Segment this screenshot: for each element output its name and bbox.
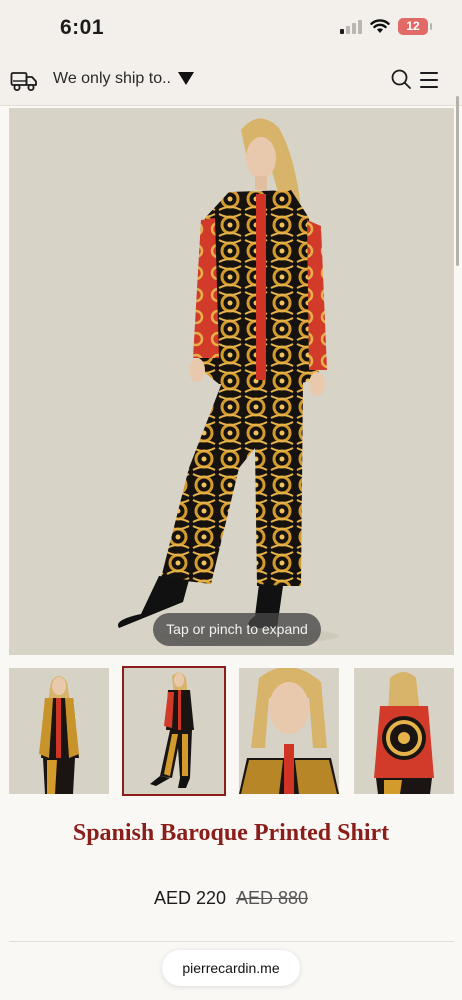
- sale-price: AED 220: [153, 888, 226, 908]
- tap-to-expand-hint: Tap or pinch to expand: [153, 613, 321, 646]
- thumbnail-3[interactable]: [239, 668, 339, 794]
- product-main-image[interactable]: Tap or pinch to expand: [9, 108, 454, 655]
- dropdown-arrow-icon[interactable]: [178, 72, 194, 85]
- model-photo: [117, 118, 339, 644]
- truck-icon[interactable]: [10, 70, 38, 92]
- divider: [9, 941, 454, 942]
- browser-url-bar[interactable]: pierrecardin.me: [162, 950, 300, 986]
- product-title: Spanish Baroque Printed Shirt: [72, 820, 390, 846]
- wifi-icon: [370, 19, 390, 33]
- status-bar: 6:01 12: [0, 0, 462, 56]
- status-time: 6:01: [60, 16, 105, 39]
- battery-icon: 12: [398, 18, 432, 35]
- shipping-country-selector[interactable]: We only ship to..: [53, 70, 171, 88]
- original-price: AED 880: [236, 888, 309, 908]
- price-row: AED 220 AED 880: [0, 888, 462, 909]
- thumbnail-strip: [9, 666, 454, 798]
- signal-icon: [340, 19, 362, 34]
- thumbnail-2[interactable]: [122, 666, 226, 796]
- scrollbar[interactable]: [456, 96, 459, 266]
- status-icons: 12: [340, 18, 432, 35]
- search-icon[interactable]: [391, 69, 411, 89]
- menu-icon[interactable]: [420, 72, 438, 93]
- thumbnail-1[interactable]: [9, 668, 109, 794]
- thumbnail-4[interactable]: [354, 668, 454, 794]
